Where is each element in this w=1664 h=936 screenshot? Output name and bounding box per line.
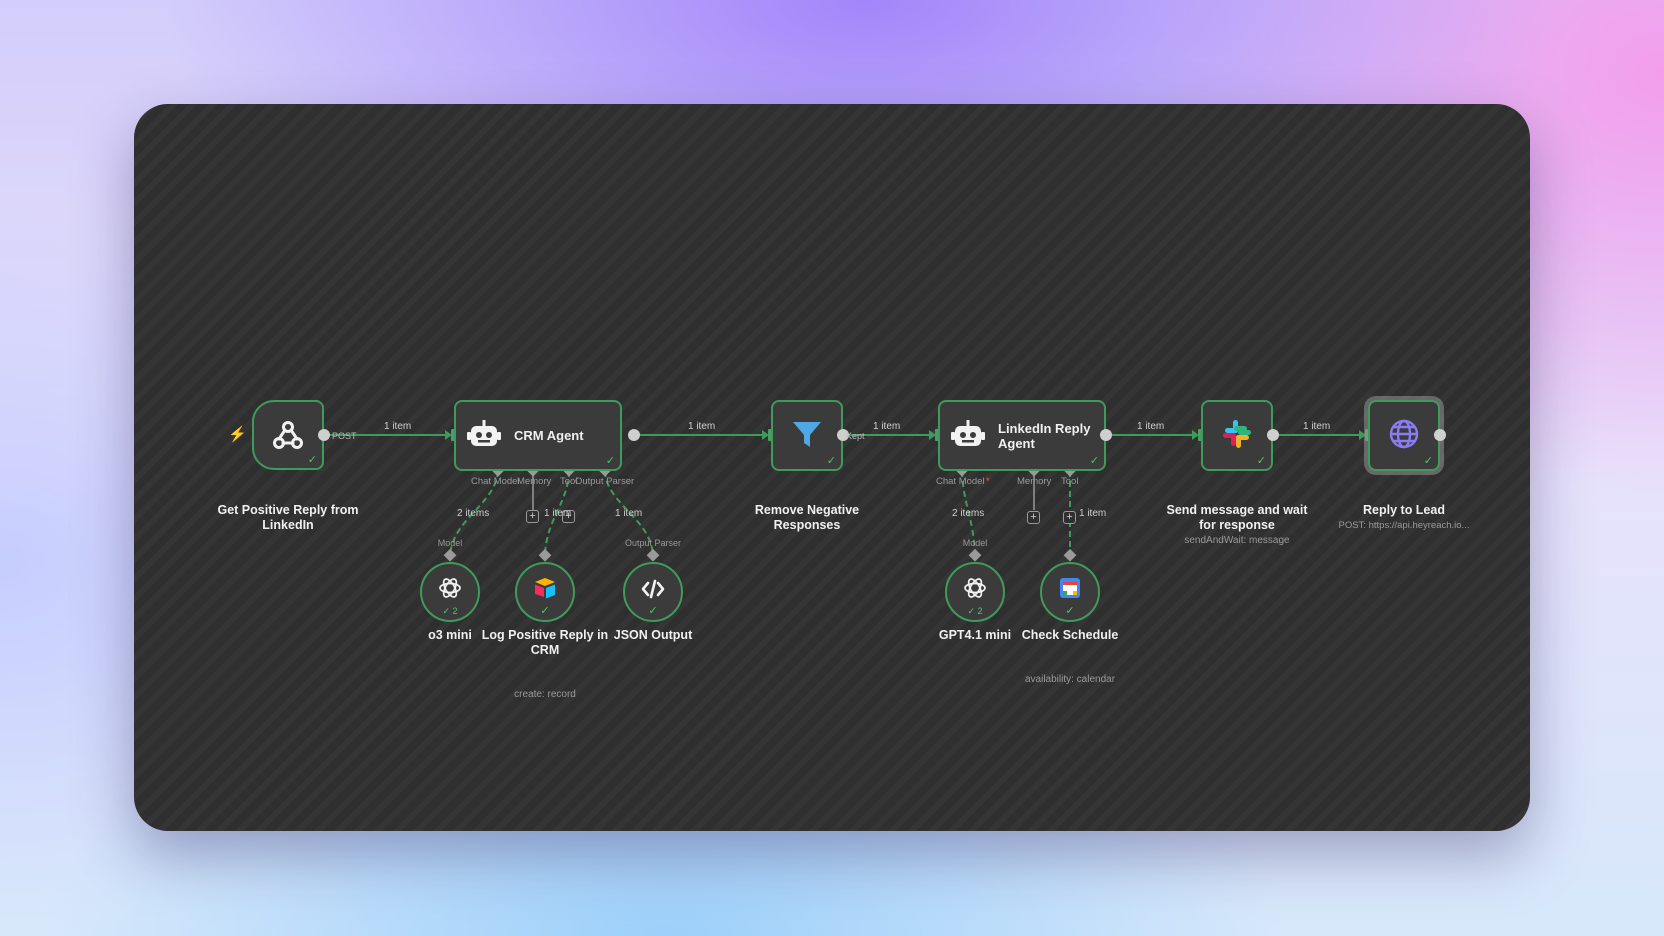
http-node-label: Reply to Lead [1363, 503, 1445, 517]
airtable-sublabel: create: record [514, 689, 576, 700]
li-port-chat-model: Chat Model [936, 476, 985, 487]
airtable-tool-node[interactable]: ✓ [515, 562, 575, 622]
edge-label-5: 1 item [1303, 421, 1331, 432]
li-tool-edge-label: 1 item [1079, 508, 1107, 519]
edge-label-2: 1 item [688, 421, 716, 432]
li-port-memory: Memory [1017, 476, 1052, 487]
robot-icon [466, 417, 502, 453]
crm-agent-node[interactable]: CRM Agent ✓ [454, 400, 622, 471]
li-port-tool: Tool [1061, 476, 1079, 487]
crm-parser-edge-label: 1 item [615, 508, 643, 519]
json-output-label: JSON Output [613, 628, 693, 642]
openai-icon [436, 574, 464, 602]
run-count: 2 [977, 606, 983, 616]
output-port-trigger[interactable] [318, 429, 330, 441]
success-check-icon: ✓ [1423, 455, 1433, 467]
output-port-http[interactable] [1434, 429, 1446, 441]
slack-node-sublabel: sendAndWait: message [1184, 535, 1290, 546]
success-check-icon: ✓ [605, 455, 615, 467]
add-memory-button[interactable]: + [1027, 511, 1040, 524]
slack-node-label: Send message and wait for response [1166, 503, 1308, 532]
check-schedule-tool-node[interactable]: ✓ [1040, 562, 1100, 622]
workflow-canvas[interactable]: ⚡ ✓ POST Get Positive Reply from LinkedI… [134, 104, 1530, 831]
globe-icon [1387, 417, 1421, 451]
slack-icon [1220, 417, 1254, 451]
crm-agent-title: CRM Agent [514, 428, 584, 443]
crm-port-chat-model: Chat Model [471, 476, 520, 487]
success-check-icon: ✓ [826, 455, 836, 467]
http-node-sublabel: POST: https://api.heyreach.io... [1338, 520, 1470, 531]
google-calendar-icon [1058, 576, 1082, 600]
filter-node-label: Remove Negative Responses [754, 503, 860, 532]
json-output-parser-node[interactable]: ✓ [623, 562, 683, 622]
output-port-linkedin-agent[interactable] [1100, 429, 1112, 441]
output-port-slack[interactable] [1267, 429, 1279, 441]
gpt41-mini-port-label: Model [962, 538, 988, 548]
gpt41-mini-model-node[interactable]: ✓ 2 [945, 562, 1005, 622]
robot-icon [950, 417, 986, 453]
filter-icon [789, 416, 825, 452]
success-check-icon: ✓ [1065, 605, 1075, 617]
edge-label-4: 1 item [1137, 421, 1165, 432]
filter-node[interactable]: ✓ [771, 400, 843, 471]
edge-label-3: 1 item [873, 421, 901, 432]
success-check-icon: ✓ [1089, 455, 1099, 467]
output-port-crm-agent[interactable] [628, 429, 640, 441]
crm-tool-edge-label: 1 item [544, 508, 572, 519]
run-count: 2 [452, 606, 458, 616]
airtable-icon [531, 575, 559, 601]
add-tool-button[interactable]: + [1063, 511, 1076, 524]
trigger-output-label: POST [332, 431, 357, 441]
slack-node[interactable]: ✓ [1201, 400, 1273, 471]
o3-mini-model-node[interactable]: ✓ 2 [420, 562, 480, 622]
success-check-icon: ✓ [967, 606, 976, 616]
check-schedule-sublabel: availability: calendar [1024, 674, 1116, 685]
required-asterisk: * [986, 476, 990, 487]
o3-mini-port-label: Model [437, 538, 463, 548]
json-output-port-label: Output Parser [624, 538, 682, 548]
edge-label-1: 1 item [384, 421, 412, 432]
trigger-bolt-icon: ⚡ [228, 426, 247, 443]
code-icon [639, 576, 667, 602]
trigger-node-label: Get Positive Reply from LinkedIn [217, 503, 359, 532]
success-check-icon: ✓ [307, 454, 317, 466]
success-check-icon: ✓ [442, 606, 451, 616]
success-check-icon: ✓ [648, 605, 658, 617]
check-schedule-label: Check Schedule [1021, 628, 1119, 642]
crm-port-memory: Memory [517, 476, 552, 487]
webhook-icon [268, 415, 308, 455]
openai-icon [961, 574, 989, 602]
crm-port-output-parser: Output Parser [575, 476, 635, 487]
li-model-edge-label: 2 items [952, 508, 985, 519]
crm-model-edge-label: 2 items [457, 508, 490, 519]
success-check-icon: ✓ [540, 605, 550, 617]
linkedin-agent-node[interactable]: LinkedIn Reply Agent ✓ [938, 400, 1106, 471]
run-count-badge: ✓ 2 [442, 605, 457, 617]
filter-output-label: Kept [846, 431, 865, 441]
http-request-node[interactable]: ✓ [1368, 400, 1440, 471]
add-memory-button[interactable]: + [526, 510, 539, 523]
linkedin-agent-title: LinkedIn Reply Agent [998, 420, 1091, 451]
run-count-badge: ✓ 2 [967, 605, 982, 617]
success-check-icon: ✓ [1256, 455, 1266, 467]
trigger-node-webhook[interactable]: ✓ [252, 400, 324, 470]
